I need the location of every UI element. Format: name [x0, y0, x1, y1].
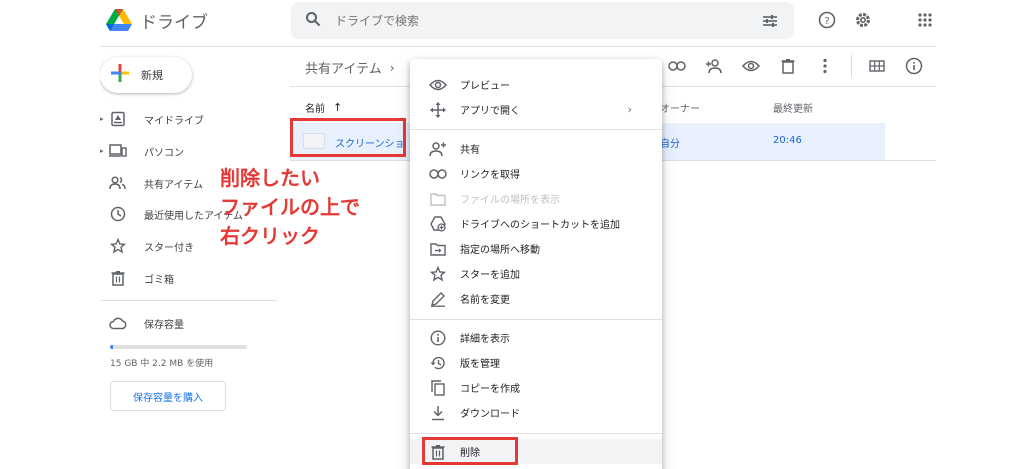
app-name: ドライブ — [140, 13, 208, 33]
info-icon — [429, 329, 447, 347]
help-icon[interactable]: ? — [816, 9, 838, 31]
eye-icon — [429, 76, 447, 94]
move-arrows-icon — [429, 101, 447, 119]
drive-logo[interactable]: ドライブ — [106, 8, 208, 33]
menu-separator — [410, 433, 662, 434]
sidebar-item-label: スター付き — [144, 242, 194, 254]
menu-item-add-shortcut[interactable]: ドライブへのショートカットを追加 — [410, 211, 662, 236]
trash-icon[interactable] — [777, 55, 799, 77]
trash-icon — [108, 268, 128, 288]
svg-text:?: ? — [824, 16, 829, 27]
shared-people-icon — [108, 173, 128, 193]
chevron-right-icon[interactable]: › — [390, 61, 395, 75]
annotation-line: 右クリック — [220, 224, 320, 248]
column-header-name[interactable]: 名前 ↑ — [305, 100, 342, 115]
my-drive-icon — [108, 109, 128, 129]
expand-caret-icon[interactable]: ▸ — [100, 115, 108, 123]
menu-item-share[interactable]: 共有 — [410, 136, 662, 161]
header-actions: ? — [816, 9, 936, 31]
link-icon[interactable] — [666, 55, 688, 77]
sidebar-item-label: 保存容量 — [144, 319, 184, 331]
storage-progress-bar — [110, 345, 247, 349]
menu-separator — [410, 319, 662, 320]
search-options-icon[interactable] — [762, 13, 778, 32]
add-person-icon — [429, 140, 447, 158]
context-menu: プレビュー アプリで開く › 共有 リンクを取得 ファイルの場所を表示 ドライブ… — [410, 59, 662, 469]
drive-window: ドライブ ? — [100, 0, 936, 469]
drive-logo-icon — [106, 9, 132, 31]
folder-icon — [429, 190, 447, 208]
highlight-box-delete — [422, 437, 518, 465]
menu-item-get-link[interactable]: リンクを取得 — [410, 161, 662, 186]
breadcrumb-title[interactable]: 共有アイテム — [305, 58, 382, 77]
menu-item-make-copy[interactable]: コピーを作成 — [410, 375, 662, 400]
sidebar-item-computers[interactable]: ▸ パソコン — [100, 140, 275, 162]
computer-icon — [108, 141, 128, 161]
menu-item-preview[interactable]: プレビュー — [410, 72, 662, 97]
sidebar-item-label: 共有アイテム — [144, 179, 203, 191]
sidebar-item-label: マイドライブ — [144, 115, 204, 127]
column-header-modified[interactable]: 最終更新 — [773, 100, 813, 115]
download-icon — [429, 404, 447, 422]
instruction-annotation: 削除したい ファイルの上で 右クリック — [220, 164, 360, 251]
menu-item-add-star[interactable]: スターを追加 — [410, 261, 662, 286]
sidebar-item-storage[interactable]: 保存容量 — [100, 312, 275, 334]
expand-caret-icon[interactable]: ▸ — [100, 147, 108, 155]
annotation-line: 削除したい — [220, 166, 320, 190]
history-icon — [429, 354, 447, 372]
sidebar-item-trash[interactable]: ゴミ箱 — [100, 267, 275, 289]
more-vert-icon[interactable] — [814, 55, 836, 77]
gear-icon[interactable] — [852, 9, 874, 31]
buy-storage-button[interactable]: 保存容量を購入 — [110, 381, 226, 411]
cloud-icon — [108, 313, 128, 333]
search-input[interactable] — [335, 13, 735, 28]
info-icon[interactable] — [903, 55, 925, 77]
highlight-box-file — [290, 118, 406, 157]
search-bar[interactable] — [291, 2, 794, 39]
sidebar-item-label: ゴミ箱 — [144, 274, 174, 286]
menu-item-details[interactable]: 詳細を表示 — [410, 325, 662, 350]
menu-item-show-location: ファイルの場所を表示 — [410, 186, 662, 211]
pencil-icon — [429, 290, 447, 308]
star-icon — [429, 265, 447, 283]
eye-icon[interactable] — [740, 55, 762, 77]
menu-separator — [410, 129, 662, 130]
star-icon — [108, 236, 128, 256]
clock-icon — [108, 204, 128, 224]
menu-item-manage-versions[interactable]: 版を管理 — [410, 350, 662, 375]
menu-item-open-with[interactable]: アプリで開く › — [410, 97, 662, 122]
file-owner: 自分 — [660, 139, 680, 150]
breadcrumb: 共有アイテム › — [305, 58, 395, 78]
toolbar — [666, 55, 936, 77]
menu-item-rename[interactable]: 名前を変更 — [410, 286, 662, 311]
toolbar-separator — [851, 55, 852, 77]
column-header-owner: オーナー — [660, 104, 700, 115]
apps-grid-icon[interactable] — [914, 9, 936, 31]
new-button[interactable]: 新規 — [100, 57, 192, 93]
add-shortcut-icon — [429, 215, 447, 233]
new-button-label: 新規 — [141, 69, 163, 82]
add-person-icon[interactable] — [703, 55, 725, 77]
file-modified: 20:46 — [773, 135, 802, 146]
menu-item-download[interactable]: ダウンロード — [410, 400, 662, 425]
header-divider — [100, 46, 936, 47]
copy-icon — [429, 379, 447, 397]
storage-usage-text: 15 GB 中 2.2 MB を使用 — [110, 359, 214, 369]
sidebar-divider — [100, 300, 277, 301]
menu-item-move-to[interactable]: 指定の場所へ移動 — [410, 236, 662, 261]
annotation-line: ファイルの上で — [220, 195, 360, 219]
sidebar-item-my-drive[interactable]: ▸ マイドライブ — [100, 108, 275, 130]
sidebar-item-label: パソコン — [144, 147, 184, 159]
plus-icon — [111, 64, 129, 86]
search-icon[interactable] — [305, 11, 321, 31]
move-to-folder-icon — [429, 240, 447, 258]
storage-progress-fill — [110, 345, 113, 349]
grid-view-icon[interactable] — [866, 55, 888, 77]
sort-arrow-up-icon[interactable]: ↑ — [333, 101, 342, 114]
chevron-right-icon: › — [627, 103, 632, 116]
link-icon — [429, 165, 447, 183]
